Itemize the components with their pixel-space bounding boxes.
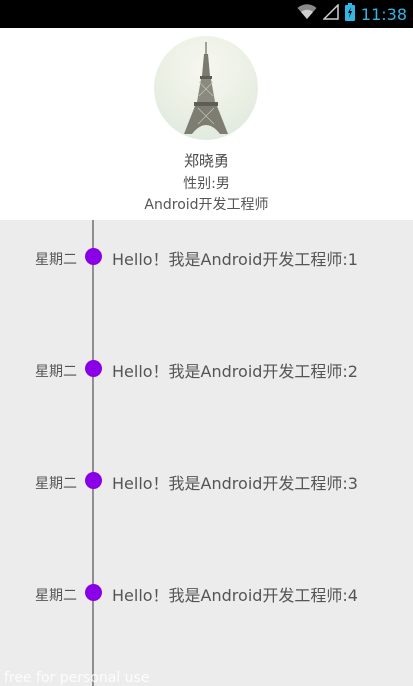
timeline-date: 星期二 (35, 364, 77, 380)
profile-job: Android开发工程师 (144, 197, 269, 213)
timeline-date: 星期二 (35, 476, 77, 492)
status-icons: 11:38 (297, 0, 407, 28)
avatar[interactable] (154, 36, 258, 140)
timeline-item[interactable]: 星期二 Hello！我是Android开发工程师:3 (0, 469, 413, 493)
watermark: free for personal use (4, 670, 150, 686)
timeline-item[interactable]: 星期二 Hello！我是Android开发工程师:4 (0, 581, 413, 605)
profile-gender: 性别:男 (183, 176, 230, 192)
timeline-dot (85, 584, 102, 601)
battery-icon (344, 3, 355, 25)
profile-name: 郑晓勇 (183, 152, 229, 170)
timeline-dot (85, 248, 102, 265)
timeline-dot (85, 472, 102, 489)
timeline-date: 星期二 (35, 252, 77, 268)
eiffel-tower-icon (184, 42, 228, 134)
timeline-item[interactable]: 星期二 Hello！我是Android开发工程师:2 (0, 357, 413, 381)
timeline-text: Hello！我是Android开发工程师:4 (112, 586, 358, 605)
timeline-text: Hello！我是Android开发工程师:2 (112, 362, 358, 381)
timeline-line (92, 220, 94, 686)
timeline-item[interactable]: 星期二 Hello！我是Android开发工程师:1 (0, 245, 413, 269)
timeline-list[interactable]: 星期二 Hello！我是Android开发工程师:1 星期二 Hello！我是A… (0, 220, 413, 686)
status-bar: 11:38 (0, 0, 413, 28)
wifi-icon (297, 4, 317, 24)
timeline-text: Hello！我是Android开发工程师:1 (112, 250, 358, 269)
profile-header: 郑晓勇 性别:男 Android开发工程师 (0, 28, 413, 220)
signal-icon (322, 3, 339, 24)
status-time: 11:38 (360, 4, 407, 24)
timeline-date: 星期二 (35, 588, 77, 604)
timeline-text: Hello！我是Android开发工程师:3 (112, 474, 358, 493)
timeline-dot (85, 360, 102, 377)
